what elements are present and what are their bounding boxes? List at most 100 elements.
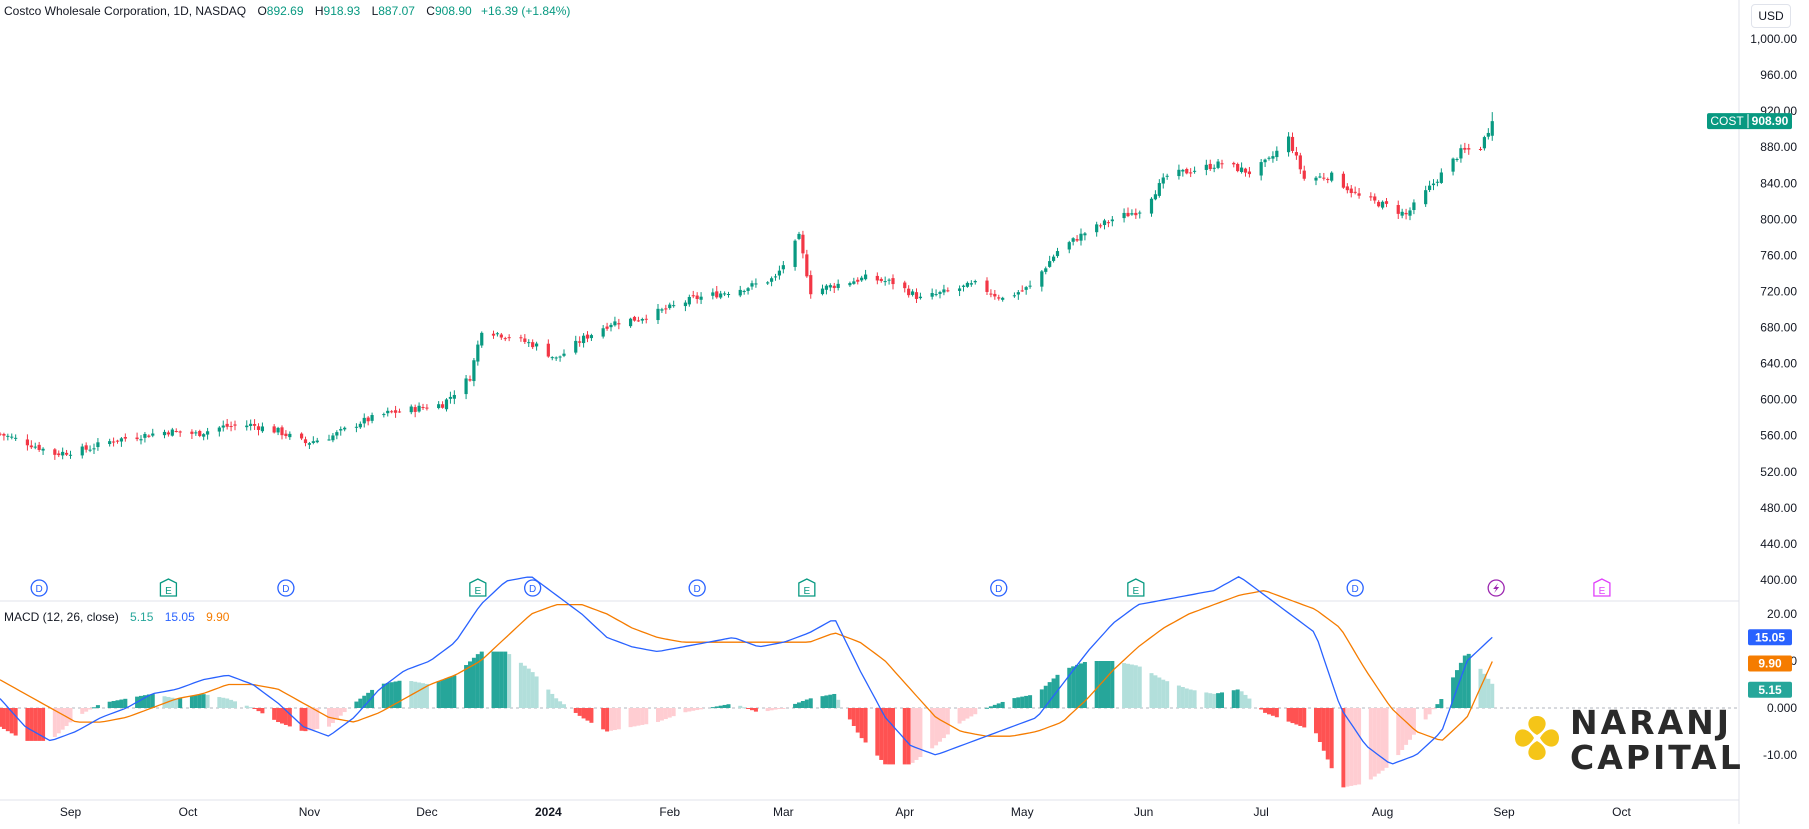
split-icon[interactable] [1487,579,1505,597]
candle[interactable] [527,339,531,348]
candle[interactable] [550,356,554,361]
candle[interactable] [143,431,147,443]
candle[interactable] [33,442,37,450]
candle[interactable] [362,413,366,428]
candle[interactable] [1232,161,1236,168]
candle[interactable] [421,403,425,410]
candle[interactable] [875,272,879,285]
candle[interactable] [370,412,374,424]
candle[interactable] [386,407,390,417]
candle[interactable] [1384,198,1389,208]
candle[interactable] [1298,152,1302,174]
candle[interactable] [985,277,989,296]
candle[interactable] [1478,146,1483,151]
candle[interactable] [863,269,868,281]
candle[interactable] [437,401,441,410]
candle[interactable] [37,441,41,452]
candle[interactable] [397,408,402,413]
candle[interactable] [307,441,312,450]
candle[interactable] [339,426,343,436]
candle[interactable] [797,231,801,241]
candle[interactable] [108,438,112,447]
candle[interactable] [938,290,942,299]
candle[interactable] [276,426,280,436]
candle[interactable] [1408,207,1412,221]
candle[interactable] [123,433,127,442]
candle[interactable] [828,283,832,292]
candle[interactable] [1341,171,1346,189]
candle[interactable] [327,434,331,441]
candle[interactable] [343,426,347,432]
candle[interactable] [805,249,809,278]
candle[interactable] [1098,223,1103,229]
candle[interactable] [252,419,257,430]
candle[interactable] [6,433,10,441]
candle[interactable] [781,260,785,274]
earnings-icon[interactable]: E [159,578,178,597]
candle[interactable] [358,421,362,429]
candle[interactable] [468,375,472,382]
candle[interactable] [726,291,731,298]
candle[interactable] [1110,216,1114,227]
candle[interactable] [1189,168,1193,178]
candle[interactable] [1412,199,1416,215]
candle[interactable] [1482,135,1487,151]
candle[interactable] [503,336,507,342]
candle[interactable] [1071,237,1075,246]
candle[interactable] [719,290,723,300]
candle[interactable] [746,286,750,295]
candle[interactable] [174,428,178,433]
dividend-icon[interactable]: D [30,579,48,597]
candle[interactable] [393,405,398,418]
candle[interactable] [1271,151,1275,163]
candle[interactable] [1239,162,1244,174]
candle[interactable] [766,281,770,285]
candle[interactable] [973,279,977,285]
candle[interactable] [856,277,860,285]
candle[interactable] [1212,164,1216,173]
candle[interactable] [1326,177,1330,184]
candle[interactable] [64,449,69,457]
candle[interactable] [1130,209,1134,216]
candle[interactable] [303,436,308,447]
candle[interactable] [754,278,758,288]
candle[interactable] [691,290,695,299]
candle[interactable] [1153,190,1158,201]
candle[interactable] [1349,185,1353,198]
candle[interactable] [1267,156,1271,161]
earnings-icon[interactable]: E [469,578,487,597]
candle[interactable] [793,239,797,271]
currency-button[interactable]: USD [1751,4,1791,28]
candle[interactable] [632,315,637,322]
candle[interactable] [1404,208,1408,220]
candle[interactable] [1001,296,1005,302]
candle[interactable] [417,402,421,413]
candle[interactable] [1012,292,1017,298]
candle[interactable] [331,433,335,443]
candle[interactable] [499,332,503,340]
candle[interactable] [617,318,621,330]
candle[interactable] [605,322,609,331]
candle[interactable] [1138,210,1142,219]
candle[interactable] [660,307,664,313]
candle[interactable] [1302,165,1306,181]
candle[interactable] [1396,200,1400,219]
candle[interactable] [111,437,116,447]
candle[interactable] [1353,186,1357,195]
candle[interactable] [773,273,778,281]
candle[interactable] [1369,192,1373,201]
candle[interactable] [1122,208,1126,223]
candle[interactable] [10,433,14,440]
candle[interactable] [1286,132,1291,157]
candle[interactable] [562,349,566,358]
candle[interactable] [656,303,660,324]
candle[interactable] [452,390,456,405]
candle[interactable] [1451,157,1455,176]
candle[interactable] [934,289,938,297]
candle[interactable] [440,401,445,409]
candle[interactable] [961,284,966,292]
candle[interactable] [198,429,202,438]
candle[interactable] [589,333,594,341]
candle[interactable] [1377,200,1381,208]
candle[interactable] [711,288,715,300]
